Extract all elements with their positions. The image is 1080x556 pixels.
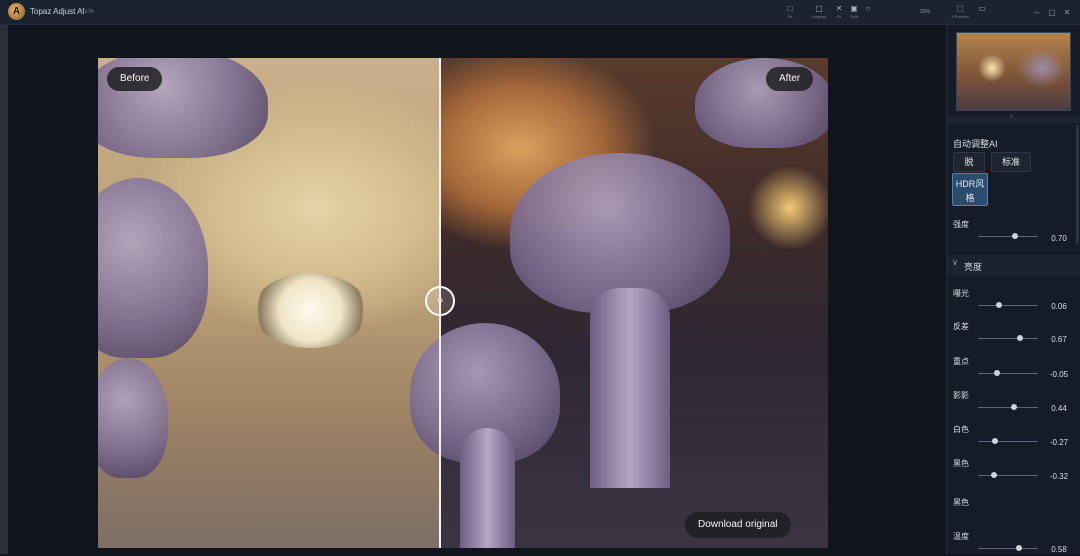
split-handle-icon[interactable]: ‹› bbox=[425, 286, 455, 316]
mode-hdr-button[interactable]: HDR风格 bbox=[952, 173, 988, 206]
tree-branch bbox=[98, 358, 168, 478]
before-label: Before bbox=[107, 67, 163, 91]
control-slider-handle[interactable] bbox=[996, 302, 1002, 308]
auto-adjust-title: 自动调整AI bbox=[953, 139, 998, 149]
control-slider[interactable] bbox=[978, 472, 1038, 478]
control-slider[interactable] bbox=[978, 370, 1038, 376]
collapse-bar[interactable]: ^ bbox=[947, 115, 1080, 123]
adjustments-panel: ^ 自动调整AI 脱 标准 HDR风格 强度 0.70 ∨ 亮度 曝光 0.06 反… bbox=[946, 25, 1080, 554]
control-slider-handle[interactable] bbox=[991, 438, 998, 444]
control-slider-handle[interactable] bbox=[994, 370, 1001, 376]
control-label: 影影 bbox=[953, 391, 969, 400]
mode-off-button[interactable]: 脱 bbox=[953, 152, 985, 172]
chandelier bbox=[253, 273, 368, 348]
control-slider[interactable] bbox=[978, 545, 1038, 551]
strength-slider[interactable] bbox=[978, 233, 1038, 239]
download-original-button[interactable]: Download original bbox=[685, 512, 791, 538]
image-preview[interactable]: ‹› Before After Download original bbox=[98, 58, 828, 548]
fit-view-button[interactable]: □ Fit bbox=[779, 4, 801, 22]
control-value[interactable]: 0.58 bbox=[1045, 543, 1073, 556]
fit-icon: □ bbox=[787, 4, 793, 13]
minimize-icon[interactable]: – bbox=[1031, 8, 1043, 17]
control-label: 重点 bbox=[953, 357, 969, 366]
control-slider[interactable] bbox=[978, 404, 1038, 410]
maximize-icon[interactable]: ▢ bbox=[1046, 8, 1058, 17]
control-slider[interactable] bbox=[978, 302, 1038, 308]
control-label: 反差 bbox=[953, 322, 969, 331]
circle-icon: ○ bbox=[865, 4, 871, 13]
app-badge: BETA bbox=[81, 9, 94, 15]
chevron-down-icon: ∨ bbox=[952, 258, 958, 267]
tree-trunk bbox=[590, 288, 670, 488]
compare-icon: ▭ bbox=[978, 4, 986, 13]
title-bar: A Topaz Adjust AI BETA □ Fit ▢ Original … bbox=[0, 0, 1080, 25]
strength-slider-handle[interactable] bbox=[1012, 233, 1019, 239]
control-value[interactable]: 0.44 bbox=[1045, 402, 1073, 415]
tree-trunk bbox=[460, 428, 515, 548]
zoom-level[interactable]: 23% bbox=[920, 9, 930, 15]
tool-label: Original bbox=[812, 14, 826, 19]
control-slider[interactable] bbox=[978, 335, 1038, 341]
control-value[interactable]: -0.32 bbox=[1045, 470, 1073, 483]
control-slider-handle[interactable] bbox=[1011, 404, 1017, 410]
after-label: After bbox=[766, 67, 814, 91]
control-slider-handle[interactable] bbox=[991, 472, 998, 478]
tree-branch bbox=[98, 178, 208, 358]
control-value[interactable]: 0.06 bbox=[1045, 300, 1073, 313]
brightness-group-header[interactable]: ∨ 亮度 bbox=[947, 255, 1080, 275]
tool-label: Fit bbox=[787, 14, 793, 19]
control-label: 温度 bbox=[953, 532, 969, 541]
before-image bbox=[98, 58, 440, 548]
app-logo-icon: A bbox=[8, 3, 25, 20]
control-slider-handle[interactable] bbox=[1015, 545, 1022, 551]
preview-label: 4 Preview bbox=[951, 14, 969, 19]
control-slider[interactable] bbox=[978, 438, 1038, 444]
chevron-up-icon: ^ bbox=[1010, 115, 1013, 121]
preview-icon: ⬚ bbox=[956, 4, 964, 13]
circle-tool-button[interactable]: ○ bbox=[857, 4, 879, 22]
navigator-thumbnail[interactable] bbox=[956, 32, 1071, 111]
strength-value[interactable]: 0.70 bbox=[1045, 232, 1073, 245]
after-image bbox=[410, 58, 828, 548]
original-view-button[interactable]: ▢ Original bbox=[808, 4, 830, 22]
original-icon: ▢ bbox=[815, 4, 823, 13]
app-title: Topaz Adjust AI bbox=[30, 7, 85, 16]
preview-button[interactable]: ⬚ 4 Preview bbox=[946, 4, 974, 22]
brightness-group-title: 亮度 bbox=[964, 262, 983, 272]
control-value[interactable]: -0.05 bbox=[1045, 368, 1073, 381]
strength-label: 强度 bbox=[953, 220, 969, 229]
control-label: 白色 bbox=[953, 425, 969, 434]
control-value[interactable]: -0.27 bbox=[1045, 436, 1073, 449]
close-icon[interactable]: ✕ bbox=[1061, 8, 1073, 17]
mode-standard-button[interactable]: 标准 bbox=[991, 152, 1031, 172]
compare-button[interactable]: ▭ bbox=[975, 4, 989, 22]
control-label: 黑色 bbox=[953, 498, 969, 507]
control-label: 曝光 bbox=[953, 289, 969, 298]
control-slider-handle[interactable] bbox=[1017, 335, 1023, 341]
control-label: 黑色 bbox=[953, 459, 969, 468]
control-value[interactable]: 0.67 bbox=[1045, 333, 1073, 346]
left-edge-bar bbox=[0, 25, 8, 554]
panel-scrollbar[interactable] bbox=[1076, 125, 1079, 245]
